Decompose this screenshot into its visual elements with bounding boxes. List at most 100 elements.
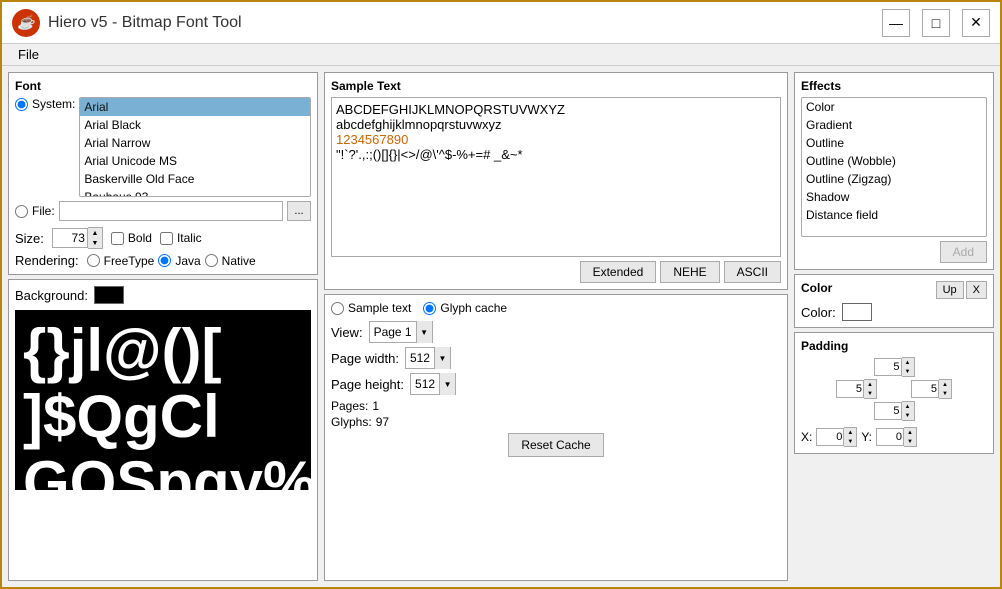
left-panel: Font System: Arial Arial Black Arial Nar… [8,72,318,581]
native-radio[interactable] [205,254,218,267]
menu-bar: File [2,44,1000,66]
sample-text-display: ABCDEFGHIJKLMNOPQRSTUVWXYZ abcdefghijklm… [331,97,781,257]
cache-view-options: Sample text Glyph cache [331,301,781,315]
close-button[interactable]: ✕ [962,9,990,37]
padding-left-up[interactable]: ▲ [864,380,876,389]
page-width-arrow[interactable]: ▼ [434,347,450,369]
x-label: X: [801,430,812,444]
padding-top-up[interactable]: ▲ [902,358,914,367]
window-controls: — □ ✕ [882,9,990,37]
y-down[interactable]: ▼ [904,437,916,446]
view-row: View: Page 1 ▼ [331,321,781,343]
color-panel: Color Up X Color: [794,274,994,328]
font-list-container: Arial Arial Black Arial Narrow Arial Uni… [79,97,311,197]
padding-top-input[interactable] [874,358,902,376]
file-row: File: ... [15,201,311,221]
x-up[interactable]: ▲ [844,428,856,437]
system-radio-label: System: [15,97,75,111]
padding-right-down[interactable]: ▼ [939,389,951,398]
sample-line3: 1234567890 [336,132,776,147]
padding-bottom-up[interactable]: ▲ [902,402,914,411]
add-effect-button[interactable]: Add [940,241,987,263]
glyphs-row: Glyphs: 97 [331,415,781,429]
up-button[interactable]: Up [936,281,964,299]
file-menu[interactable]: File [10,45,47,64]
padding-top-down[interactable]: ▼ [902,367,914,376]
sample-text-label: Sample Text [331,79,781,93]
system-font-row: System: Arial Arial Black Arial Narrow A… [15,97,311,197]
padding-right-arrows: ▲ ▼ [939,379,952,399]
window-title: Hiero v5 - Bitmap Font Tool [48,14,882,32]
y-input[interactable] [876,428,904,446]
italic-checkbox[interactable] [160,232,173,245]
effects-list[interactable]: Color Gradient Outline Outline (Wobble) … [801,97,987,237]
page-width-select[interactable]: 512 ▼ [405,347,451,369]
padding-top-spinner: ▲ ▼ [874,357,915,377]
size-spinner-buttons: ▲ ▼ [88,227,103,249]
rendering-label: Rendering: [15,253,79,268]
glyph-cache-radio-label: Glyph cache [423,301,507,315]
reset-cache-button[interactable]: Reset Cache [508,433,603,457]
padding-middle-row: ▲ ▼ ▲ ▼ [836,379,952,399]
page-height-arrow[interactable]: ▼ [439,373,455,395]
right-panel: Effects Color Gradient Outline Outline (… [794,72,994,581]
background-label: Background: [15,288,88,303]
bold-label: Bold [111,231,152,245]
padding-bottom-down[interactable]: ▼ [902,411,914,420]
bold-checkbox[interactable] [111,232,124,245]
freetype-radio[interactable] [87,254,100,267]
system-radio[interactable] [15,98,28,111]
x-spinner: ▲ ▼ [816,427,857,447]
x-input[interactable] [816,428,844,446]
color-panel-label: Color [801,281,832,295]
app-icon: ☕ [12,9,40,37]
font-panel-label: Font [15,79,311,93]
color-control-buttons: Up X [936,281,987,299]
padding-panel: Padding ▲ ▼ [794,332,994,454]
glyphs-value: 97 [376,415,389,429]
x-down[interactable]: ▼ [844,437,856,446]
browse-button[interactable]: ... [287,201,311,221]
sample-text-radio[interactable] [331,302,344,315]
padding-left-down[interactable]: ▼ [864,389,876,398]
sample-text-option: Sample text [348,301,411,315]
sample-buttons: Extended NEHE ASCII [331,261,781,283]
nehe-button[interactable]: NEHE [660,261,719,283]
main-content: Font System: Arial Arial Black Arial Nar… [2,66,1000,587]
padding-top-arrows: ▲ ▼ [902,357,915,377]
color-swatch[interactable] [842,303,872,321]
size-label: Size: [15,231,44,246]
size-spinner: ▲ ▼ [52,227,103,249]
minimize-button[interactable]: — [882,9,910,37]
extended-button[interactable]: Extended [580,261,657,283]
padding-bottom-input[interactable] [874,402,902,420]
y-up[interactable]: ▲ [904,428,916,437]
size-up-button[interactable]: ▲ [88,228,102,238]
maximize-button[interactable]: □ [922,9,950,37]
padding-right-input[interactable] [911,380,939,398]
padding-right-up[interactable]: ▲ [939,380,951,389]
view-select[interactable]: Page 1 ▼ [369,321,433,343]
padding-left-input[interactable] [836,380,864,398]
view-value: Page 1 [370,325,416,339]
padding-bottom-arrows: ▲ ▼ [902,401,915,421]
page-height-select[interactable]: 512 ▼ [410,373,456,395]
font-list[interactable]: Arial Arial Black Arial Narrow Arial Uni… [79,97,311,197]
y-label: Y: [861,430,872,444]
background-color-box[interactable] [94,286,124,304]
ascii-button[interactable]: ASCII [724,261,781,283]
size-input[interactable] [52,228,88,248]
glyph-cache-radio[interactable] [423,302,436,315]
view-dropdown-arrow[interactable]: ▼ [416,321,432,343]
file-radio[interactable] [15,205,28,218]
color-label: Color: [801,305,836,320]
java-radio[interactable] [158,254,171,267]
view-label: View: [331,325,363,340]
font-panel: Font System: Arial Arial Black Arial Nar… [8,72,318,275]
file-input[interactable] [59,201,283,221]
padding-left-spinner: ▲ ▼ [836,379,877,399]
padding-bottom-spinner: ▲ ▼ [874,401,915,421]
file-label: File: [32,204,55,218]
size-down-button[interactable]: ▼ [88,238,102,248]
remove-button[interactable]: X [966,281,987,299]
